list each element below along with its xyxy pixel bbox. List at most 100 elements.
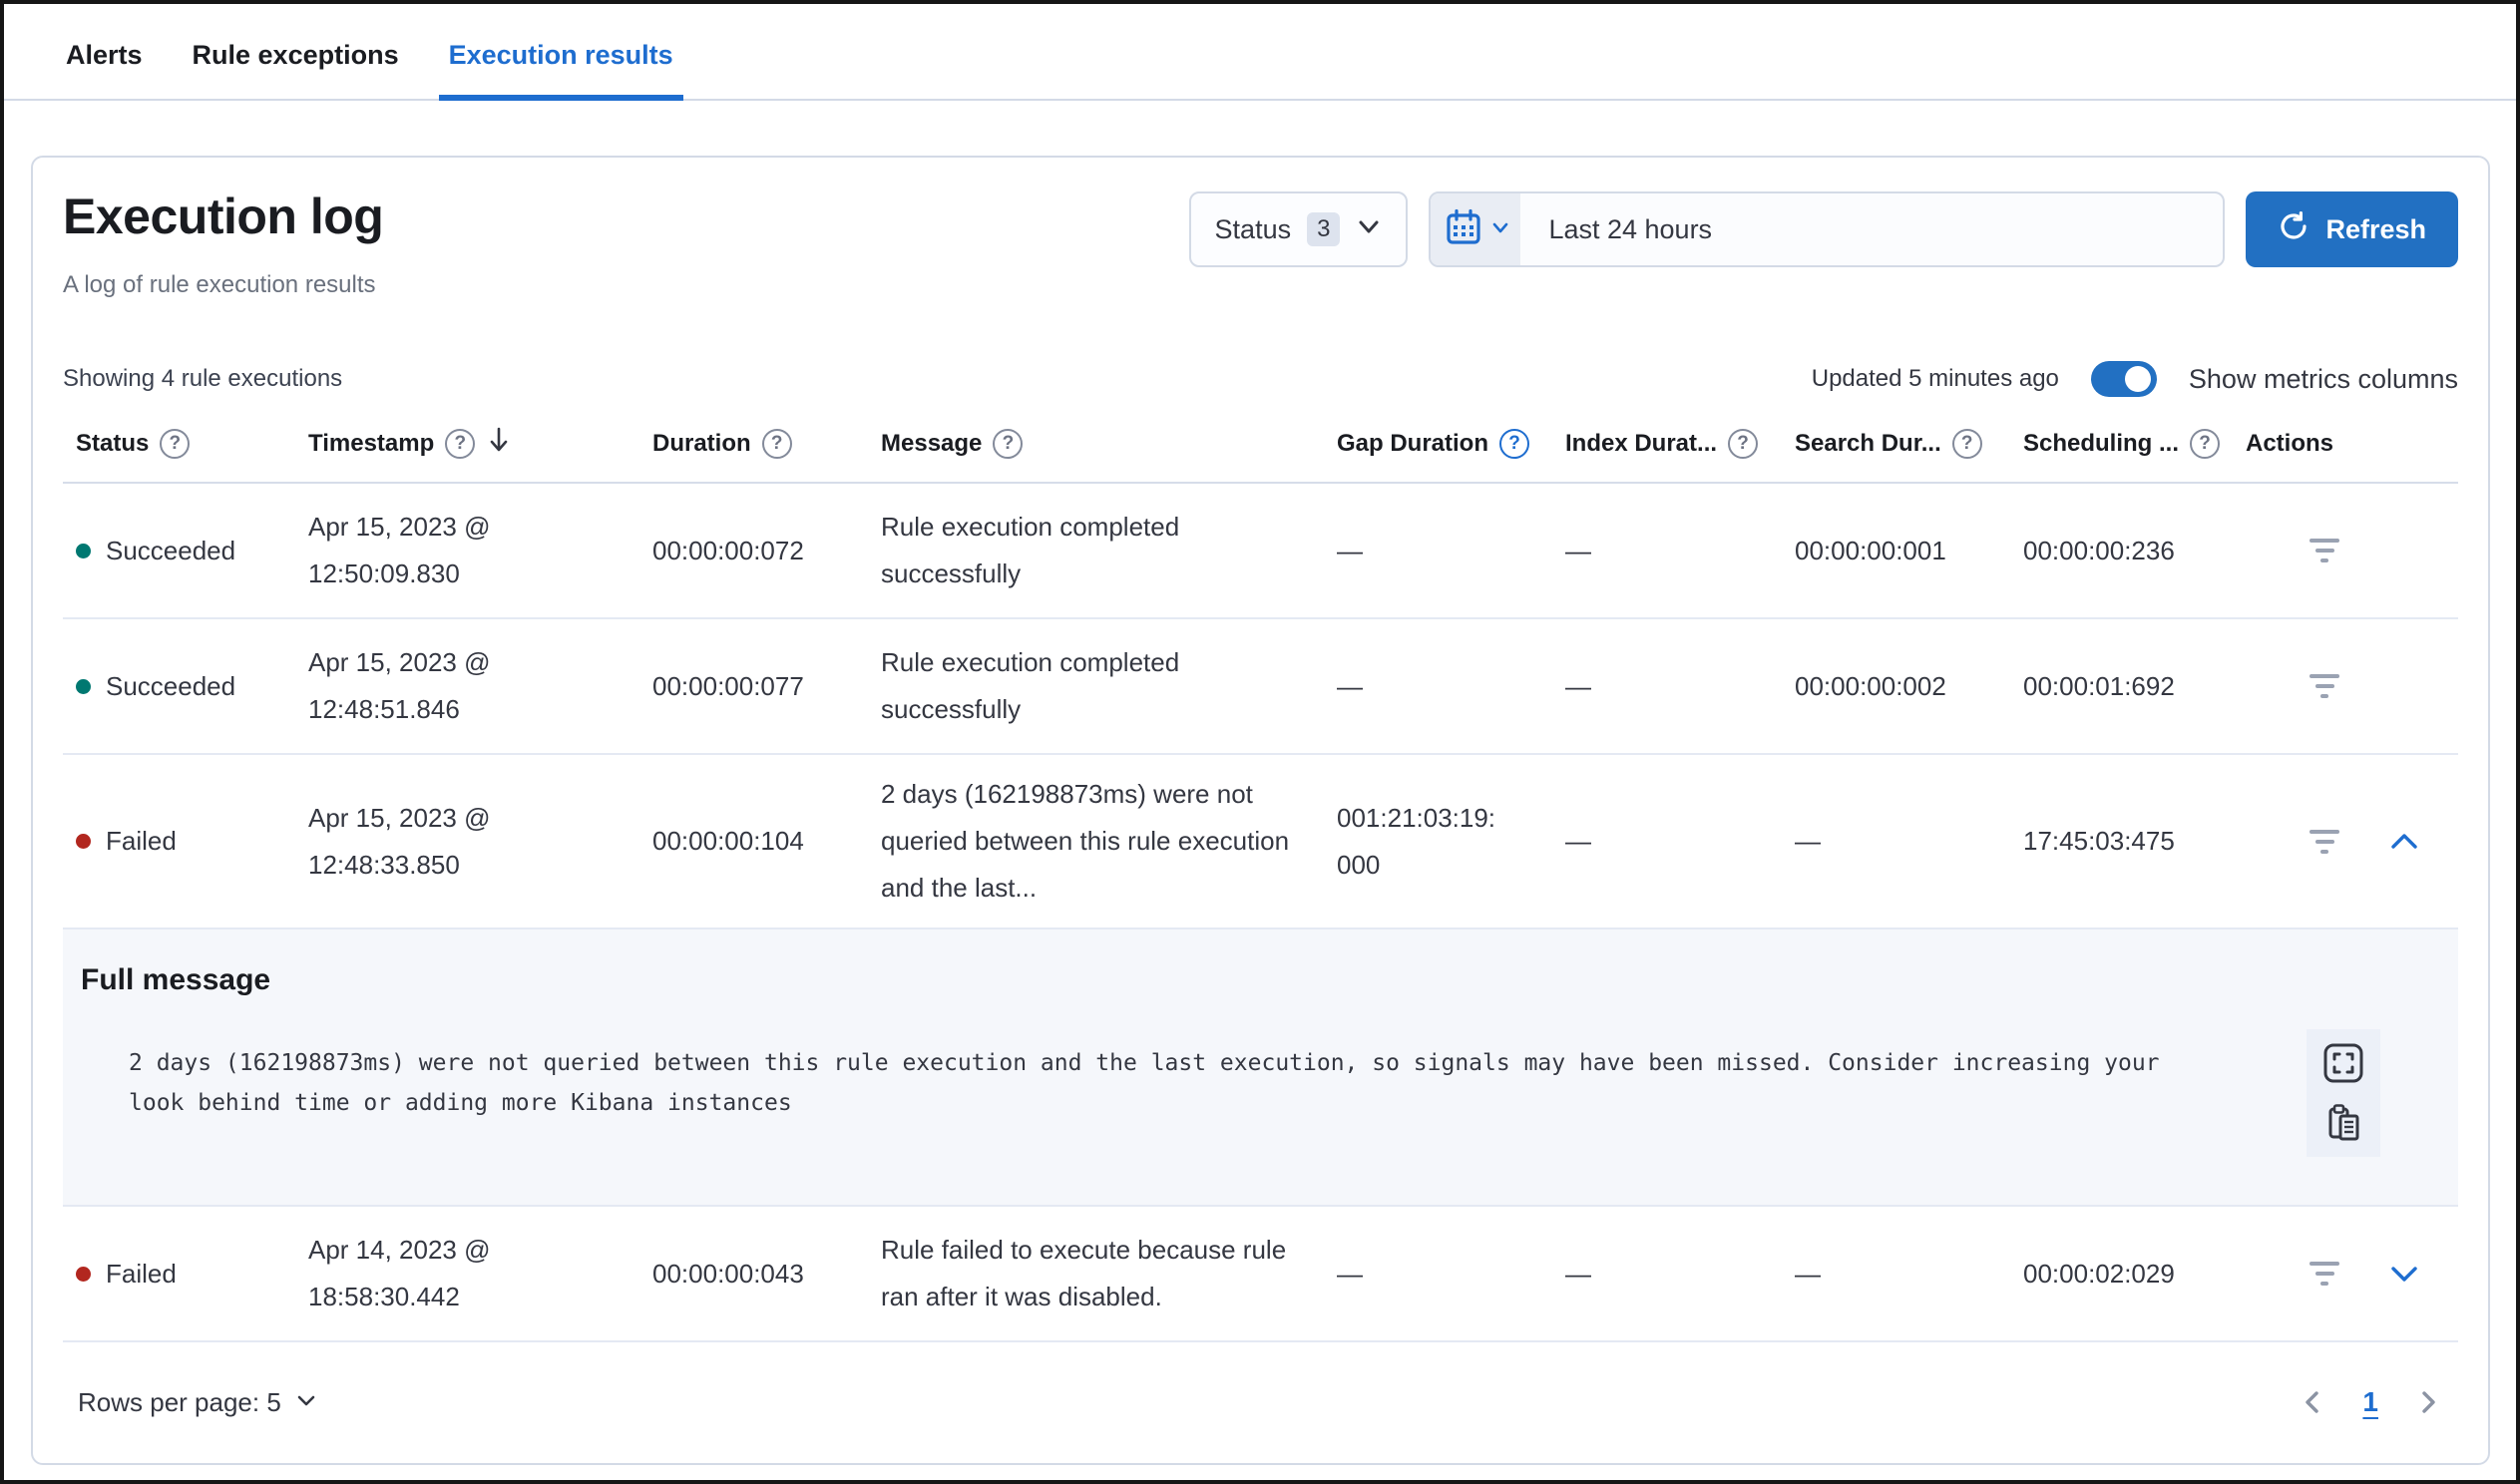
rows-per-page-label: Rows per page: 5 xyxy=(78,1386,281,1417)
previous-page-button[interactable] xyxy=(2299,1388,2326,1416)
status-label: Succeeded xyxy=(106,670,236,701)
timestamp-time: 12:48:51.846 xyxy=(308,694,460,724)
message-cell: Rule execution completed successfully xyxy=(881,647,1180,724)
timestamp-cell: Apr 15, 2023 @ 12:48:51.846 xyxy=(308,639,652,733)
screenshot-frame: Alerts Rule exceptions Execution results… xyxy=(0,0,2520,1484)
page-subtitle: A log of rule execution results xyxy=(63,271,376,298)
gap-duration-cell: — xyxy=(1337,670,1363,701)
date-picker[interactable]: Last 24 hours xyxy=(1429,191,2226,267)
date-picker-quick-menu[interactable] xyxy=(1431,193,1521,265)
chevron-down-icon xyxy=(1356,213,1382,246)
help-icon[interactable] xyxy=(1728,428,1759,459)
column-label: Duration xyxy=(652,429,751,457)
timestamp-cell: Apr 14, 2023 @ 18:58:30.442 xyxy=(308,1227,652,1320)
refresh-button[interactable]: Refresh xyxy=(2246,191,2458,267)
copy-icon[interactable] xyxy=(2321,1101,2365,1145)
help-icon[interactable] xyxy=(1951,428,1982,459)
gap-duration-cell: 001:21:03:19:000 xyxy=(1337,802,1496,880)
help-icon[interactable] xyxy=(2190,428,2221,459)
tab-alerts[interactable]: Alerts xyxy=(64,4,145,99)
status-dot-success xyxy=(76,678,91,694)
show-metrics-toggle[interactable] xyxy=(2090,361,2157,397)
search-duration-cell: — xyxy=(1795,1258,1821,1289)
duration-cell: 00:00:00:104 xyxy=(652,826,804,856)
status-filter-label: Status xyxy=(1214,213,1292,244)
column-header-message[interactable]: Message xyxy=(881,428,1337,459)
page-number-button[interactable]: 1 xyxy=(2362,1386,2378,1418)
chevron-down-icon xyxy=(1491,218,1509,241)
status-dot-failed xyxy=(76,1266,91,1282)
expand-row-button[interactable] xyxy=(2387,1257,2421,1291)
column-header-index-duration[interactable]: Index Durat... xyxy=(1565,428,1795,459)
column-header-duration[interactable]: Duration xyxy=(652,428,881,459)
tab-rule-exceptions[interactable]: Rule exceptions xyxy=(191,4,401,99)
column-header-scheduling-delay[interactable]: Scheduling ... xyxy=(2023,428,2246,459)
column-header-status[interactable]: Status xyxy=(63,428,308,459)
column-label: Scheduling ... xyxy=(2023,429,2180,457)
panel-header: Execution log A log of rule execution re… xyxy=(63,187,2458,299)
filter-actions-icon[interactable] xyxy=(2304,824,2345,860)
column-header-search-duration[interactable]: Search Dur... xyxy=(1795,428,2023,459)
filter-actions-icon[interactable] xyxy=(2304,1256,2345,1292)
panel-title-block: Execution log A log of rule execution re… xyxy=(63,187,384,299)
fullscreen-icon[interactable] xyxy=(2321,1041,2365,1085)
refresh-button-label: Refresh xyxy=(2325,213,2426,244)
chevron-down-icon xyxy=(295,1387,317,1418)
timestamp-date: Apr 15, 2023 @ xyxy=(308,802,491,833)
full-message-panel: Full message 2 days (162198873ms) were n… xyxy=(63,929,2458,1207)
actions-cell xyxy=(2246,824,2458,860)
column-header-timestamp[interactable]: Timestamp xyxy=(308,425,652,462)
status-cell: Failed xyxy=(63,818,308,865)
refresh-icon xyxy=(2278,210,2310,249)
status-cell: Succeeded xyxy=(63,663,308,710)
full-message-title: Full message xyxy=(81,963,271,996)
actions-cell xyxy=(2246,533,2458,568)
status-filter-button[interactable]: Status 3 xyxy=(1188,191,1409,267)
help-icon[interactable] xyxy=(160,428,191,459)
status-label: Failed xyxy=(106,826,177,856)
next-page-button[interactable] xyxy=(2414,1388,2442,1416)
filter-actions-icon[interactable] xyxy=(2304,668,2345,704)
timestamp-date: Apr 14, 2023 @ xyxy=(308,1235,491,1265)
tab-label: Rule exceptions xyxy=(192,40,399,70)
table-row: Failed Apr 14, 2023 @ 18:58:30.442 00:00:… xyxy=(63,1207,2458,1342)
duration-cell: 00:00:00:043 xyxy=(652,1258,804,1289)
last-updated: Updated 5 minutes ago xyxy=(1811,365,2059,392)
timestamp-cell: Apr 15, 2023 @ 12:50:09.830 xyxy=(308,504,652,597)
calendar-icon xyxy=(1443,206,1484,253)
tab-bar: Alerts Rule exceptions Execution results xyxy=(4,4,2516,101)
timestamp-time: 12:48:33.850 xyxy=(308,849,460,880)
filter-actions-icon[interactable] xyxy=(2304,533,2345,568)
column-label: Timestamp xyxy=(308,429,435,457)
rows-per-page-button[interactable]: Rows per page: 5 xyxy=(78,1387,317,1418)
gap-duration-cell: — xyxy=(1337,535,1363,565)
sort-desc-icon[interactable] xyxy=(486,425,512,462)
status-filter-count-badge: 3 xyxy=(1307,212,1341,246)
help-icon[interactable] xyxy=(761,428,792,459)
search-duration-cell: 00:00:00:002 xyxy=(1795,670,1946,701)
scheduling-delay-cell: 00:00:00:236 xyxy=(2023,535,2175,565)
table-meta-row: Showing 4 rule executions Updated 5 minu… xyxy=(63,361,2458,397)
scheduling-delay-cell: 00:00:02:029 xyxy=(2023,1258,2175,1289)
collapse-row-button[interactable] xyxy=(2387,825,2421,859)
message-cell: Rule execution completed successfully xyxy=(881,512,1180,588)
scheduling-delay-cell: 00:00:01:692 xyxy=(2023,670,2175,701)
help-icon[interactable] xyxy=(993,428,1024,459)
actions-cell xyxy=(2246,668,2458,704)
tab-execution-results[interactable]: Execution results xyxy=(438,4,683,101)
tab-label: Execution results xyxy=(448,40,673,70)
help-icon[interactable] xyxy=(1499,428,1530,459)
search-duration-cell: — xyxy=(1795,826,1821,856)
search-duration-cell: 00:00:00:001 xyxy=(1795,535,1946,565)
help-icon[interactable] xyxy=(445,428,476,459)
column-header-gap-duration[interactable]: Gap Duration xyxy=(1337,428,1565,459)
column-label: Gap Duration xyxy=(1337,429,1489,457)
column-label: Status xyxy=(76,429,150,457)
column-label: Message xyxy=(881,429,983,457)
message-cell: Rule failed to execute because rule ran … xyxy=(881,1235,1287,1311)
table-row: Failed Apr 15, 2023 @ 12:48:33.850 00:00:… xyxy=(63,755,2458,929)
page-title: Execution log xyxy=(63,188,384,244)
column-header-actions: Actions xyxy=(2246,430,2458,458)
date-range-value[interactable]: Last 24 hours xyxy=(1520,193,1712,265)
table-row: Succeeded Apr 15, 2023 @ 12:50:09.830 00:… xyxy=(63,484,2458,619)
